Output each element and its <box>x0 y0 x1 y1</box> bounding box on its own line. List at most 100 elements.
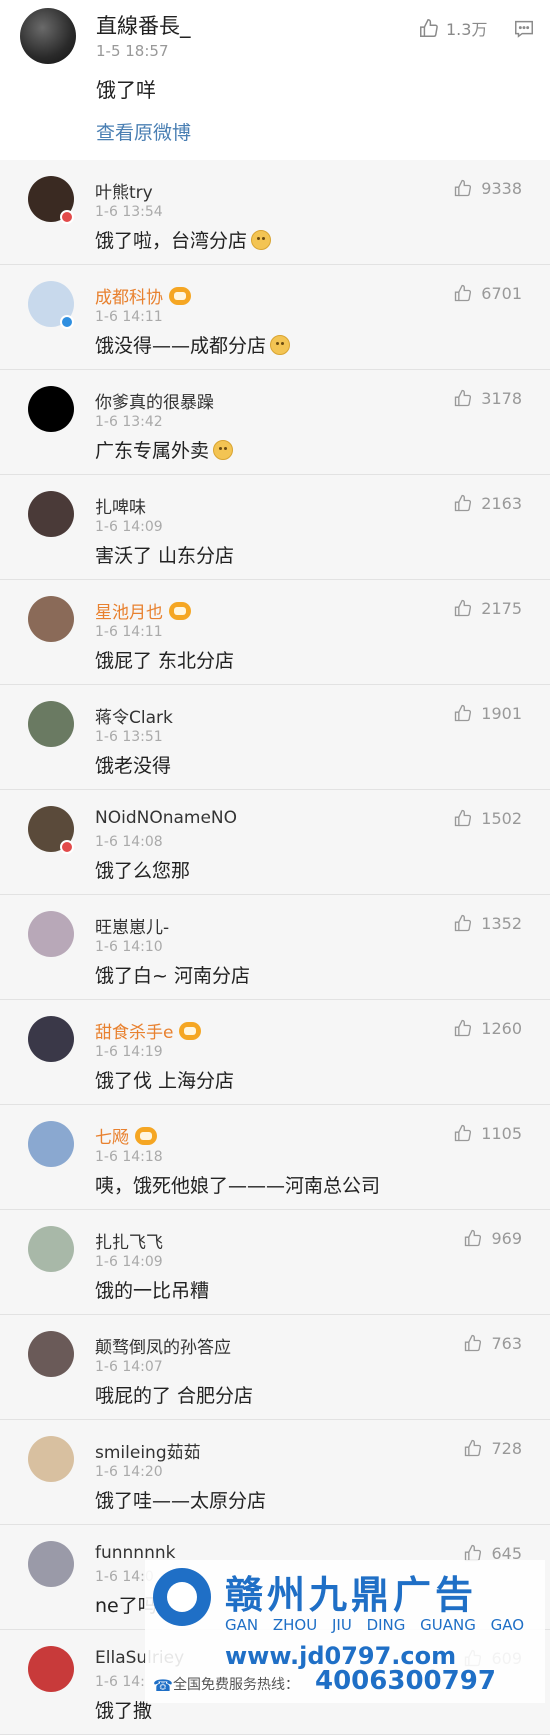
comment-like-button[interactable]: 1502 <box>453 808 522 828</box>
comment-like-count: 969 <box>491 1228 522 1248</box>
post-author-name[interactable]: 直線番長_ <box>96 10 191 40</box>
comment-time: 1-6 14:19 <box>95 1044 163 1060</box>
comment-like-button[interactable]: 6701 <box>453 283 522 303</box>
commenter-name[interactable]: 星池月也 <box>95 598 191 623</box>
comment-text: 饿的一比吊糟 <box>95 1276 209 1303</box>
comment-text: 饿了么您那 <box>95 856 190 883</box>
comment-like-button[interactable]: 969 <box>463 1228 522 1248</box>
comment-like-button[interactable]: 763 <box>463 1333 522 1353</box>
view-original-link[interactable]: 查看原微博 <box>96 118 191 145</box>
comment-item: 叶熊try 1-6 13:54 饿了啦，台湾分店 9338 <box>0 160 550 265</box>
comment-time: 1-6 14:18 <box>95 1149 163 1165</box>
commenter-name[interactable]: 七飏 <box>95 1123 157 1148</box>
commenter-name[interactable]: 旺崽崽儿- <box>95 913 169 938</box>
comment-text-content: 饿没得——成都分店 <box>95 335 267 357</box>
commenter-avatar[interactable] <box>28 1541 74 1587</box>
commenter-name[interactable]: 甜食杀手e <box>95 1018 202 1043</box>
commenter-name-text: NOidNOnameNO <box>95 808 238 828</box>
comment-item: 扎啤味 1-6 14:09 害沃了 山东分店 2163 <box>0 475 550 580</box>
comment-text-content: 饿屁了 东北分店 <box>95 650 235 672</box>
commenter-name[interactable]: 蒋令Clark <box>95 703 173 728</box>
comment-like-button[interactable]: 1352 <box>453 913 522 933</box>
comment-time: 1-6 13:51 <box>95 729 163 745</box>
comment-time: 1-6 14:08 <box>95 834 163 850</box>
comment-like-button[interactable]: 9338 <box>453 178 522 198</box>
commenter-name[interactable]: NOidNOnameNO <box>95 808 237 828</box>
comment-text: 饿了伐 上海分店 <box>95 1066 234 1093</box>
thumbs-up-icon <box>420 19 438 37</box>
commenter-avatar[interactable] <box>28 1436 74 1482</box>
comment-like-button[interactable]: 1260 <box>453 1018 522 1038</box>
thumbs-up-icon <box>455 599 472 617</box>
comment-like-count: 2163 <box>481 493 522 513</box>
commenter-avatar[interactable] <box>28 491 74 537</box>
comment-item: NOidNOnameNO 1-6 14:08 饿了么您那 1502 <box>0 790 550 895</box>
comment-like-button[interactable]: 728 <box>463 1438 522 1458</box>
comment-time: 1-6 14:20 <box>95 1464 163 1480</box>
commenter-avatar[interactable] <box>28 596 74 642</box>
commenter-name-text: 蒋令Clark <box>95 708 173 728</box>
comment-text-content: 饿了么您那 <box>95 860 191 882</box>
comment-like-button[interactable]: 3178 <box>453 388 522 408</box>
verified-badge-icon <box>60 315 74 329</box>
commenter-name[interactable]: 你爹真的很暴躁 <box>95 388 214 413</box>
commenter-name[interactable]: smileing茹茹 <box>95 1438 201 1463</box>
commenter-avatar[interactable] <box>28 1331 74 1377</box>
original-post: 直線番長_ 1-5 18:57 饿了咩 查看原微博 1.3万 <box>0 0 550 160</box>
commenter-avatar[interactable] <box>28 386 74 432</box>
commenter-avatar[interactable] <box>28 1016 74 1062</box>
verified-badge-icon <box>60 840 74 854</box>
doge-emoji-icon <box>213 439 234 460</box>
comment-item: 旺崽崽儿- 1-6 14:10 饿了白~ 河南分店 1352 <box>0 895 550 1000</box>
brand-logo-icon <box>153 1568 211 1626</box>
comment-like-count: 763 <box>491 1333 522 1353</box>
comment-text: 广东专属外卖 <box>95 436 234 463</box>
post-like-button[interactable]: 1.3万 <box>418 16 487 40</box>
commenter-avatar[interactable] <box>28 1646 74 1692</box>
thumbs-up-icon <box>455 1124 472 1142</box>
post-text: 饿了咩 <box>96 78 156 102</box>
commenter-name[interactable]: 扎啤味 <box>95 493 146 518</box>
comment-text-content: 饿的一比吊糟 <box>95 1280 210 1302</box>
commenter-avatar[interactable] <box>28 701 74 747</box>
post-author-avatar[interactable] <box>20 8 76 64</box>
comment-item: 七飏 1-6 14:18 咦，饿死他娘了———河南总公司 1105 <box>0 1105 550 1210</box>
commenter-name-text: 成都科协 <box>95 288 163 308</box>
ad-title: 赣州九鼎广告 <box>225 1573 478 1617</box>
comment-text: 饿了白~ 河南分店 <box>95 961 250 988</box>
commenter-avatar[interactable] <box>28 1121 74 1167</box>
commenter-name-text: 星池月也 <box>95 603 163 623</box>
comment-time: 1-6 14:07 <box>95 1359 163 1375</box>
comment-text-content: 饿了撒 <box>95 1700 153 1722</box>
comment-item: smileing茹茹 1-6 14:20 饿了哇——太原分店 728 <box>0 1420 550 1525</box>
ad-pinyin: GAN ZHOU JIU DING GUANG GAO <box>225 1616 525 1634</box>
thumbs-up-icon <box>465 1229 482 1247</box>
comment-like-button[interactable]: 1105 <box>453 1123 522 1143</box>
comment-item: 星池月也 1-6 14:11 饿屁了 东北分店 2175 <box>0 580 550 685</box>
comment-text: 饿屁了 东北分店 <box>95 646 234 673</box>
comment-time: 1-6 14:09 <box>95 519 163 535</box>
comment-text: 哦屁的了 合肥分店 <box>95 1381 253 1408</box>
commenter-avatar[interactable] <box>28 911 74 957</box>
comment-like-count: 728 <box>491 1438 522 1458</box>
thumbs-up-icon <box>455 179 472 197</box>
comment-text-content: 广东专属外卖 <box>95 440 210 462</box>
comment-like-button[interactable]: 2163 <box>453 493 522 513</box>
commenter-name[interactable]: 成都科协 <box>95 283 191 308</box>
thumbs-up-icon <box>465 1439 482 1457</box>
comment-like-button[interactable]: 1901 <box>453 703 522 723</box>
commenter-avatar[interactable] <box>28 1226 74 1272</box>
commenter-name-text: smileing茹茹 <box>95 1443 201 1463</box>
verified-badge-icon <box>60 210 74 224</box>
commenter-name[interactable]: 扎扎飞飞 <box>95 1228 163 1253</box>
comment-button[interactable] <box>513 18 535 44</box>
ad-hotline-label: 全国免费服务热线： <box>173 1677 299 1693</box>
comment-text-content: 饿了伐 上海分店 <box>95 1070 235 1092</box>
commenter-name[interactable]: 叶熊try <box>95 178 153 203</box>
comment-time: 1-6 14: <box>95 1674 145 1690</box>
commenter-name-text: 七飏 <box>95 1128 129 1148</box>
comment-item: 你爹真的很暴躁 1-6 13:42 广东专属外卖 3178 <box>0 370 550 475</box>
comment-text-content: 饿了白~ 河南分店 <box>95 965 250 987</box>
comment-like-button[interactable]: 2175 <box>453 598 522 618</box>
commenter-name[interactable]: 颠骛倒凤的孙答应 <box>95 1333 231 1358</box>
